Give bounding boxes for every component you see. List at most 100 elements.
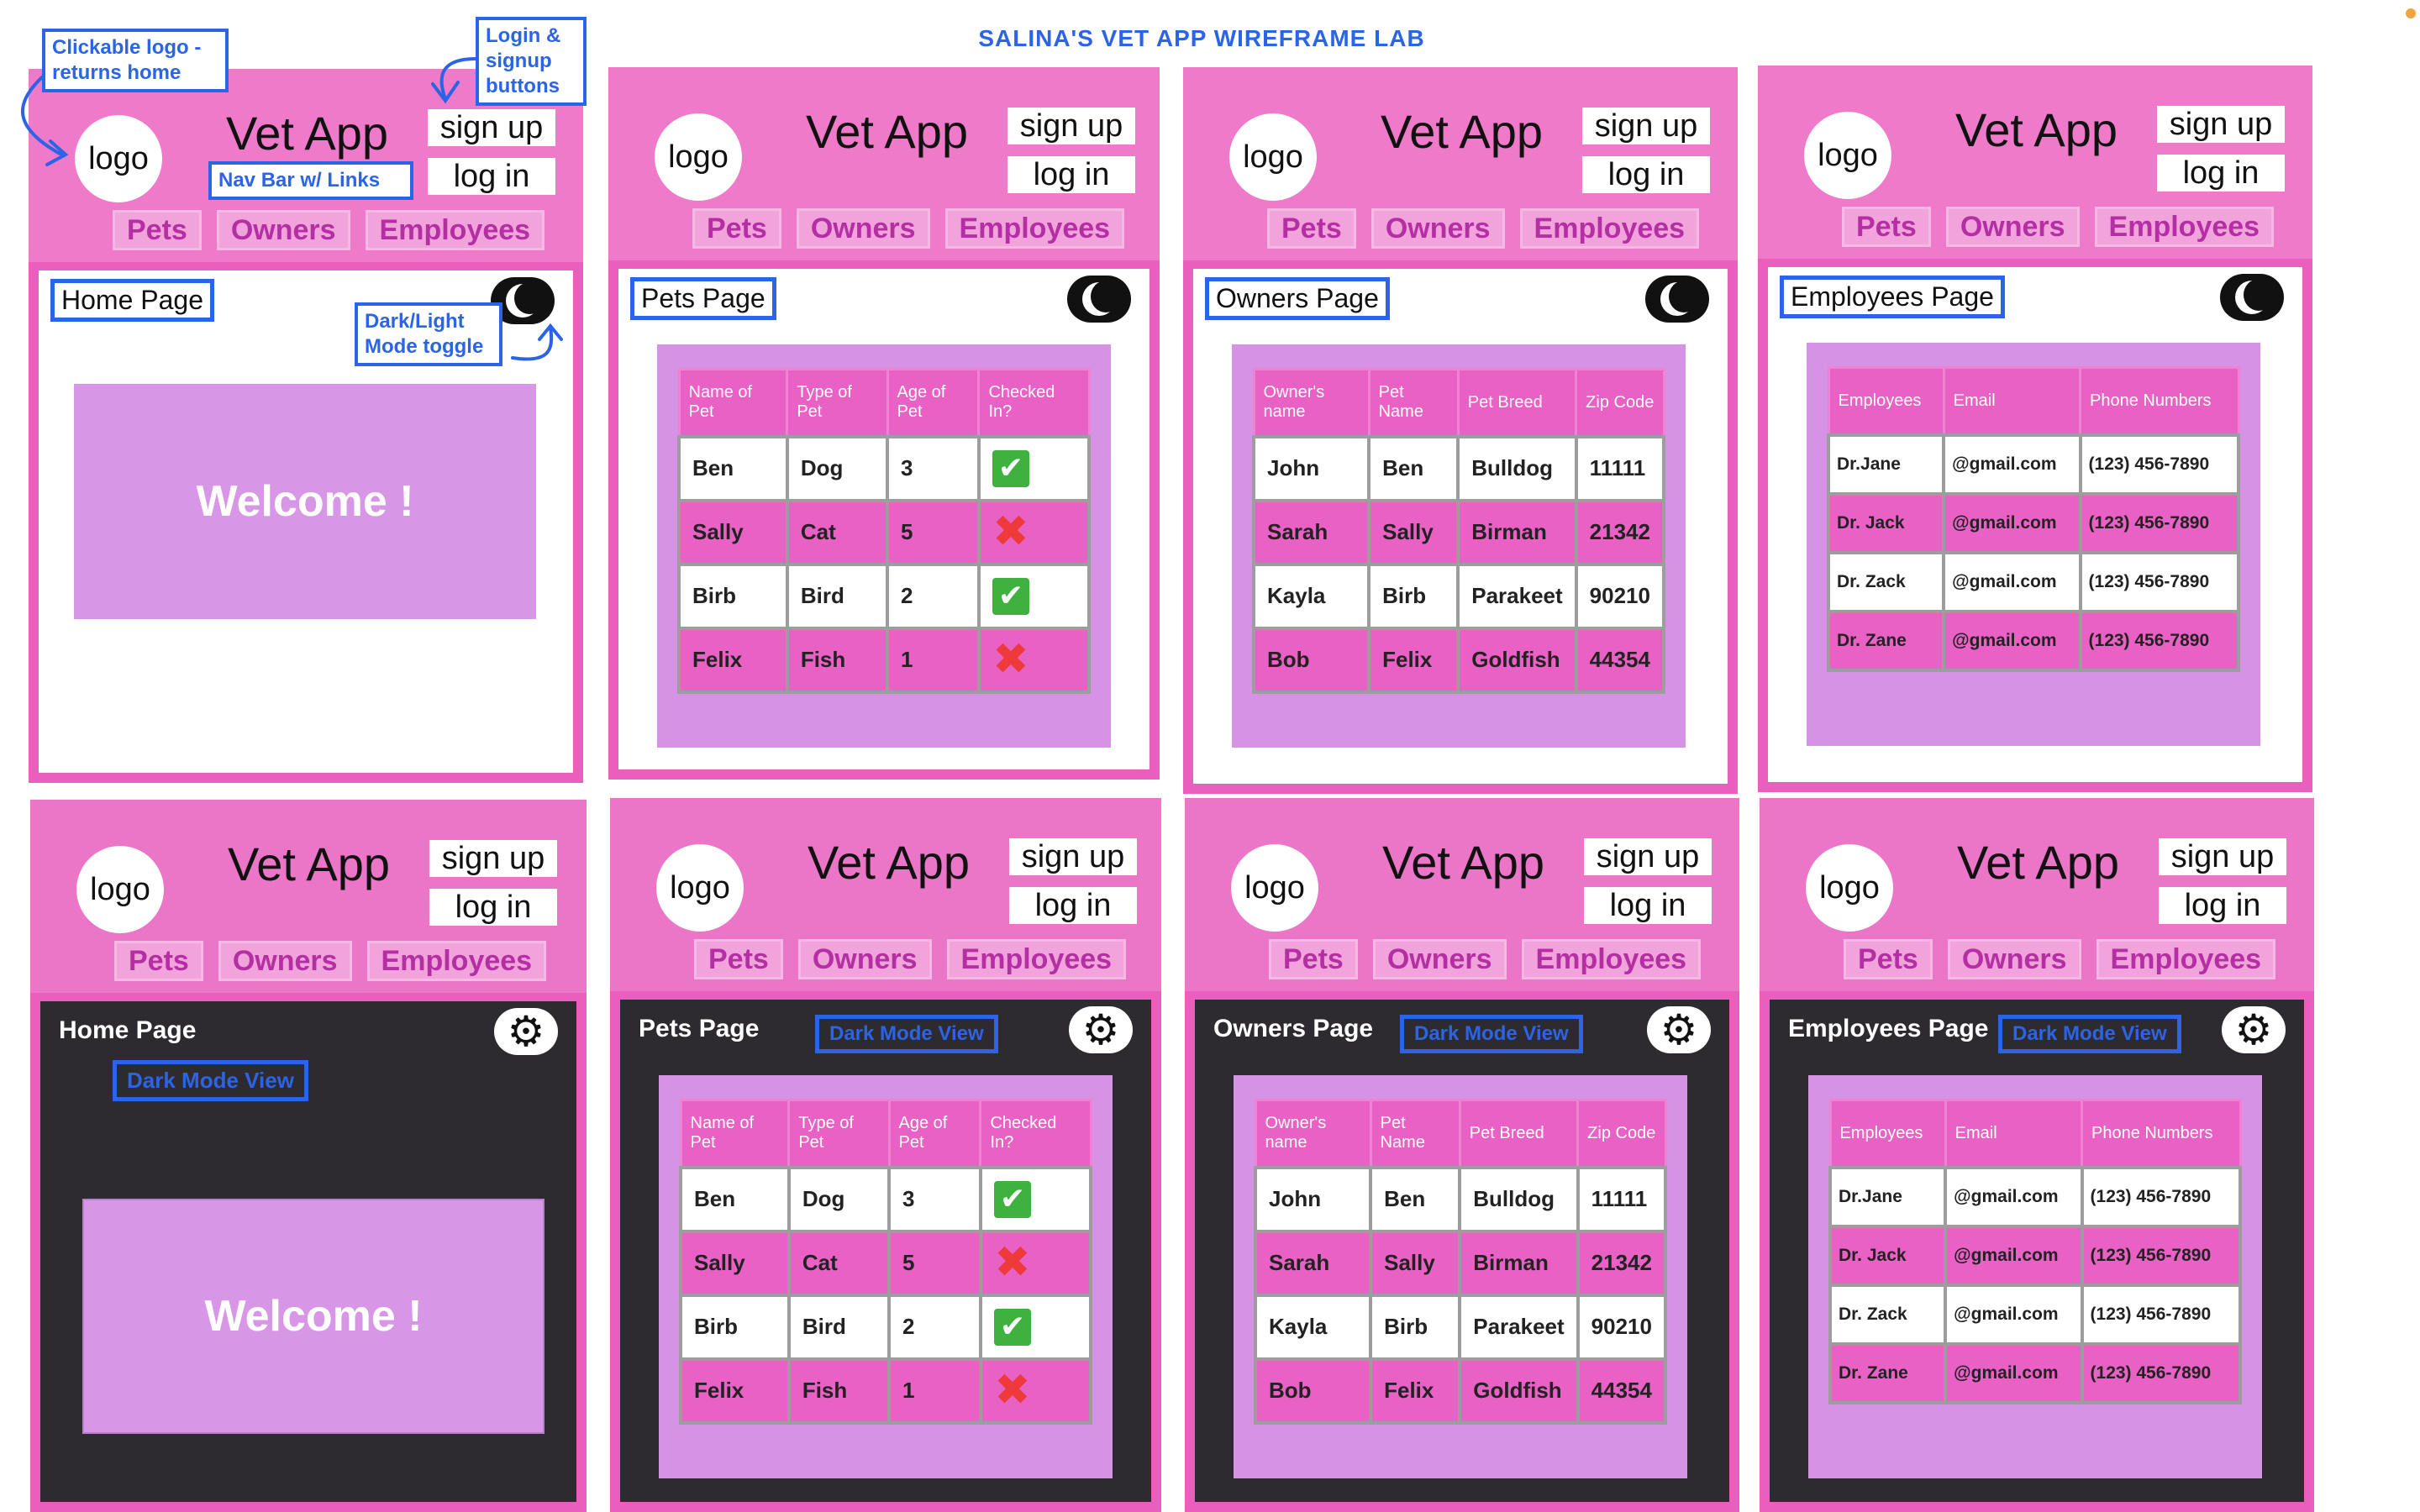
log-in-button[interactable]: log in (2157, 155, 2285, 192)
nav-link-owners[interactable]: Owners (1945, 207, 2080, 247)
log-in-button[interactable]: log in (1582, 156, 1710, 193)
table-cell-zip: 11111 (1574, 434, 1666, 502)
light-mode-toggle[interactable]: ⚙ (494, 1007, 558, 1056)
nav-link-pets[interactable]: Pets (113, 210, 202, 250)
nav-link-employees[interactable]: Employees (365, 210, 545, 250)
logo-button[interactable]: logo (1806, 844, 1893, 932)
app-title: Vet App (808, 836, 971, 889)
log-in-button[interactable]: log in (1007, 156, 1135, 193)
nav-link-employees[interactable]: Employees (946, 939, 1127, 979)
app-title: Vet App (226, 107, 389, 160)
nav-link-employees[interactable]: Employees (2094, 207, 2275, 247)
logo-button[interactable]: logo (1804, 112, 1891, 199)
nav-link-employees[interactable]: Employees (2096, 939, 2276, 979)
page-title: Pets Page (630, 277, 776, 320)
logo-button[interactable]: logo (1231, 844, 1318, 932)
owners-table-panel: Owner's name Pet Name Pet Breed Zip Code Joh… (1232, 344, 1686, 748)
nav-link-pets[interactable]: Pets (1267, 208, 1356, 249)
column-header: Type of Pet (786, 368, 889, 438)
light-mode-toggle[interactable]: ⚙ (2222, 1005, 2286, 1054)
nav-link-employees[interactable]: Employees (944, 208, 1125, 249)
logo-button[interactable]: logo (75, 115, 162, 202)
nav-link-employees[interactable]: Employees (1521, 939, 1702, 979)
app-header: logo Vet App sign up log in Pets Owners Employ… (1758, 66, 2312, 259)
nav-link-owners[interactable]: Owners (218, 941, 352, 981)
nav-link-owners[interactable]: Owners (1947, 939, 2081, 979)
x-icon: ✖ (992, 633, 1029, 685)
page-title: Home Page (50, 279, 214, 322)
page-content: Owners Page Dark Mode View ⚙ Owner's name Pe… (1195, 1000, 1729, 1502)
table-row: Sarah Sally Birman 21342 (1253, 1229, 1668, 1297)
logo-button[interactable]: logo (656, 844, 744, 932)
log-in-button[interactable]: log in (1009, 887, 1137, 924)
dark-mode-toggle[interactable] (1645, 276, 1709, 323)
nav-link-owners[interactable]: Owners (796, 208, 930, 249)
table-row: John Ben Bulldog 11111 (1253, 1165, 1668, 1233)
page-content: Employees Page Employees Email Phone Number… (1768, 267, 2302, 782)
dark-home-frame: logo Vet App sign up log in Pets Owners Employ… (30, 800, 587, 1512)
dark-mode-view-label: Dark Mode View (1998, 1015, 2181, 1053)
app-title: Vet App (1382, 836, 1545, 889)
nav-link-pets[interactable]: Pets (1844, 939, 1933, 979)
nav-link-employees[interactable]: Employees (1519, 208, 1700, 249)
nav-link-pets[interactable]: Pets (114, 941, 203, 981)
table-row: Ben Dog 3 ✔ (679, 1165, 1093, 1233)
table-cell-pet: Sally (1369, 1229, 1462, 1297)
dark-mode-toggle[interactable] (1067, 276, 1131, 323)
app-header: logo Vet App sign up log in Pets Owners Employ… (608, 67, 1160, 260)
table-cell-breed: Goldfish (1458, 1357, 1580, 1425)
sign-up-button[interactable]: sign up (1582, 108, 1710, 144)
sign-up-button[interactable]: sign up (1009, 838, 1137, 875)
nav-link-pets[interactable]: Pets (1842, 207, 1931, 247)
table-cell-type: Bird (786, 1293, 892, 1361)
logo-button[interactable]: logo (76, 846, 164, 933)
pets-table: Name of Pet Type of Pet Age of Pet Checked … (679, 1099, 1093, 1425)
dark-pets-frame: logo Vet App sign up log in Pets Owners Employ… (610, 798, 1161, 1512)
app-title: Vet App (1957, 836, 2120, 889)
sign-up-button[interactable]: sign up (1007, 108, 1135, 144)
column-header: Age of Pet (887, 1099, 982, 1168)
column-header: Owner's name (1254, 1099, 1372, 1168)
table-cell-name: Birb (677, 562, 789, 630)
table-cell-name: Dr.Jane (1826, 433, 1946, 496)
page-content: Employees Page Dark Mode View ⚙ Employees Em… (1770, 1000, 2304, 1502)
table-cell-owner: Bob (1253, 1357, 1373, 1425)
table-cell-name: Felix (679, 1357, 791, 1425)
table-cell-email: @gmail.com (1944, 1224, 2084, 1287)
table-row: Bob Felix Goldfish 44354 (1251, 626, 1666, 694)
sign-up-button[interactable]: sign up (428, 109, 555, 146)
light-mode-toggle[interactable]: ⚙ (1647, 1005, 1711, 1054)
sign-up-button[interactable]: sign up (429, 840, 557, 877)
logo-button[interactable]: logo (1229, 113, 1317, 201)
x-icon: ✖ (994, 1364, 1031, 1415)
table-cell-phone: (123) 456-7890 (2080, 1165, 2243, 1228)
table-cell-zip: 90210 (1574, 562, 1666, 630)
nav-link-owners[interactable]: Owners (1372, 939, 1507, 979)
page-title: Home Page (59, 1016, 197, 1044)
nav-link-owners[interactable]: Owners (1370, 208, 1505, 249)
sign-up-button[interactable]: sign up (2157, 106, 2285, 143)
table-row: Dr. Zane @gmail.com (123) 456-7890 (1826, 609, 2241, 672)
nav-link-owners[interactable]: Owners (216, 210, 350, 250)
log-in-button[interactable]: log in (2159, 887, 2286, 924)
sign-up-button[interactable]: sign up (2159, 838, 2286, 875)
nav-link-owners[interactable]: Owners (797, 939, 932, 979)
log-in-button[interactable]: log in (429, 889, 557, 926)
table-cell-email: @gmail.com (1942, 491, 2082, 554)
nav-link-employees[interactable]: Employees (366, 941, 547, 981)
light-mode-toggle[interactable]: ⚙ (1069, 1005, 1133, 1054)
dark-mode-toggle[interactable] (2220, 274, 2284, 321)
nav-link-pets[interactable]: Pets (694, 939, 783, 979)
employees-table: Employees Email Phone Numbers Dr.Jane @gmail… (1828, 1099, 2243, 1404)
nav-link-pets[interactable]: Pets (692, 208, 781, 249)
nav-link-pets[interactable]: Pets (1269, 939, 1358, 979)
table-cell-type: Cat (785, 498, 890, 566)
table-header-row: Name of Pet Type of Pet Age of Pet Checked … (679, 1099, 1092, 1168)
logo-button[interactable]: logo (655, 113, 742, 201)
x-icon: ✖ (992, 506, 1029, 557)
log-in-button[interactable]: log in (1584, 887, 1712, 924)
log-in-button[interactable]: log in (428, 158, 555, 195)
table-cell-phone: (123) 456-7890 (2078, 491, 2241, 554)
sign-up-button[interactable]: sign up (1584, 838, 1712, 875)
page-title: Owners Page (1205, 277, 1390, 320)
